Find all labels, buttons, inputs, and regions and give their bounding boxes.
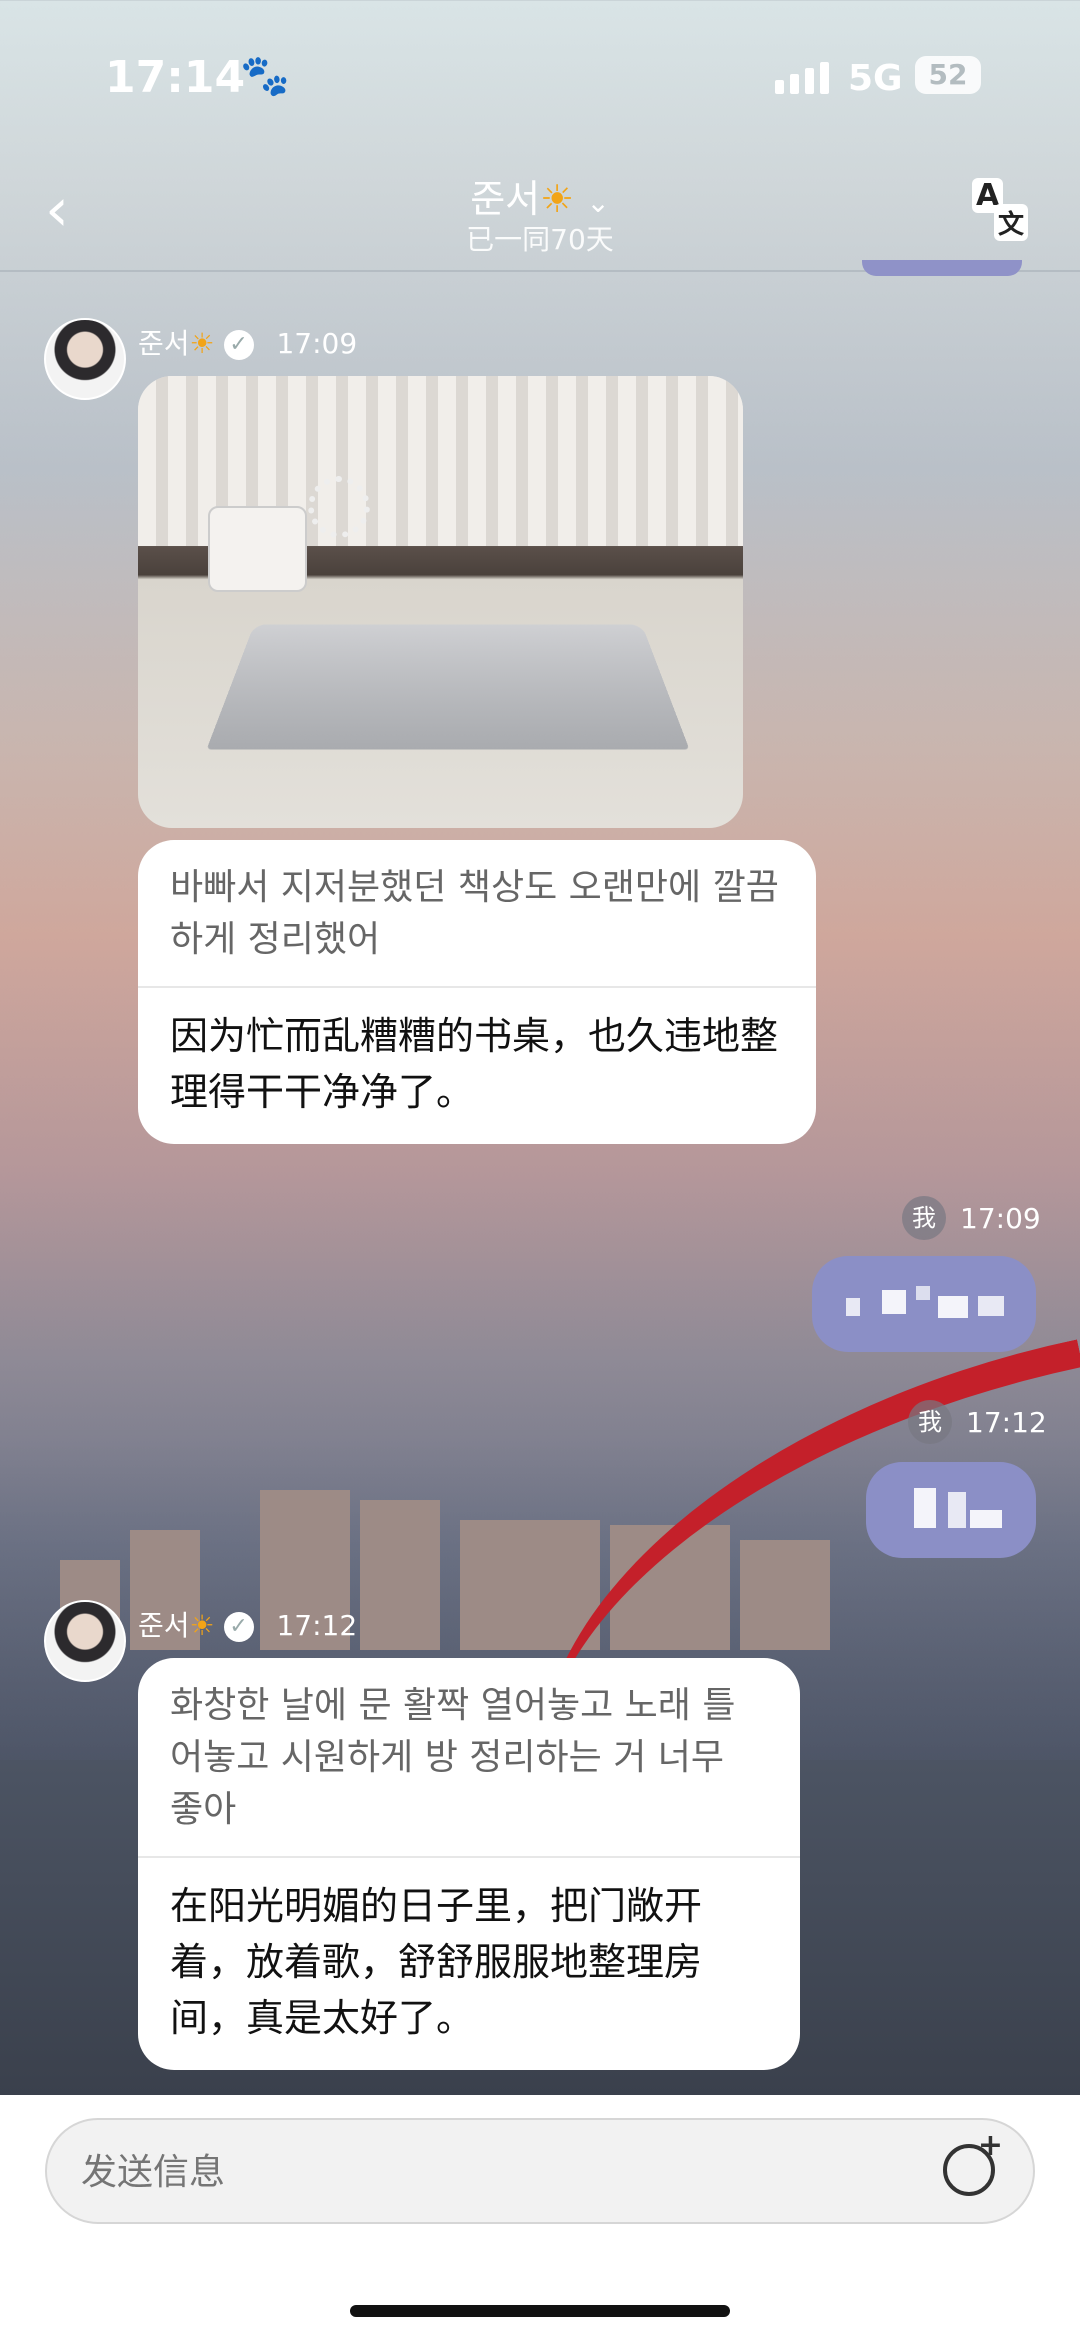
sender-name: 준서 — [138, 1609, 190, 1642]
my-message-bubble[interactable] — [866, 1462, 1036, 1558]
message-input[interactable] — [79, 2120, 933, 2224]
message-time: 17:12 — [966, 1405, 1047, 1439]
previous-message-bubble — [862, 260, 1022, 276]
original-text: 바빠서 지저분했던 책상도 오랜만에 깔끔하게 정리했어 — [138, 840, 816, 988]
signal-icon — [775, 62, 829, 94]
battery-indicator: 52 — [915, 56, 981, 94]
verified-icon: ✓ — [223, 1612, 254, 1642]
my-message-bubble[interactable] — [812, 1256, 1036, 1352]
home-indicator — [350, 2305, 730, 2317]
chat-header: ‹ 준서☀ ⌄ 已一同70天 A 文 — [0, 160, 1080, 272]
chat-title[interactable]: 준서☀ ⌄ — [0, 168, 1080, 223]
emoji-icon[interactable] — [943, 2128, 1003, 2196]
my-message-meta: 我 17:09 — [902, 1196, 1041, 1240]
photo-message[interactable] — [138, 376, 743, 828]
message-time: 17:09 — [276, 327, 358, 360]
verified-icon: ✓ — [223, 330, 254, 360]
original-text: 화창한 날에 문 활짝 열어놓고 노래 틀어놓고 시원하게 방 정리하는 거 너… — [138, 1658, 800, 1858]
sun-icon: ☀ — [189, 1609, 215, 1642]
chevron-down-icon: ⌄ — [586, 186, 610, 219]
status-bar: 17:14 🐾 5G 52 — [0, 0, 1080, 160]
my-message-meta: 我 17:12 — [908, 1400, 1047, 1444]
translated-message-bubble[interactable]: 화창한 날에 문 활짝 열어놓고 노래 틀어놓고 시원하게 방 정리하는 거 너… — [138, 1658, 800, 2070]
days-together-label: 已一同70天 — [466, 223, 614, 256]
avatar[interactable] — [44, 318, 126, 400]
translated-text: 因为忙而乱糟糟的书桌，也久违地整理得干干净净了。 — [170, 1014, 779, 1114]
sun-icon: ☀ — [540, 177, 575, 221]
avatar[interactable] — [44, 1600, 126, 1682]
status-time: 17:14 — [105, 52, 246, 103]
translated-message-bubble[interactable]: 바빠서 지저분했던 책상도 오랜만에 깔끔하게 정리했어 因为忙而乱糟糟的书桌，… — [138, 840, 816, 1144]
me-badge: 我 — [902, 1196, 946, 1240]
jar — [208, 506, 307, 592]
sun-icon: ☀ — [189, 327, 215, 360]
message-header: 준서☀ ✓ 17:12 — [138, 1604, 357, 1644]
network-type: 5G — [848, 58, 903, 99]
paw-icon: 🐾 — [240, 53, 290, 99]
translate-icon[interactable]: A 文 — [972, 178, 1032, 241]
message-input-container — [45, 2118, 1035, 2224]
message-header: 준서☀ ✓ 17:09 — [138, 322, 357, 362]
sender-name: 준서 — [138, 327, 190, 360]
message-time: 17:12 — [276, 1609, 358, 1642]
flower-decor — [308, 476, 370, 538]
laptop — [206, 624, 690, 750]
me-badge: 我 — [908, 1400, 952, 1444]
message-time: 17:09 — [960, 1201, 1041, 1235]
contact-name: 준서 — [470, 177, 541, 221]
translated-text: 在阳光明媚的日子里，把门敞开着，放着歌，舒舒服服地整理房间，真是太好了。 — [170, 1884, 703, 2040]
